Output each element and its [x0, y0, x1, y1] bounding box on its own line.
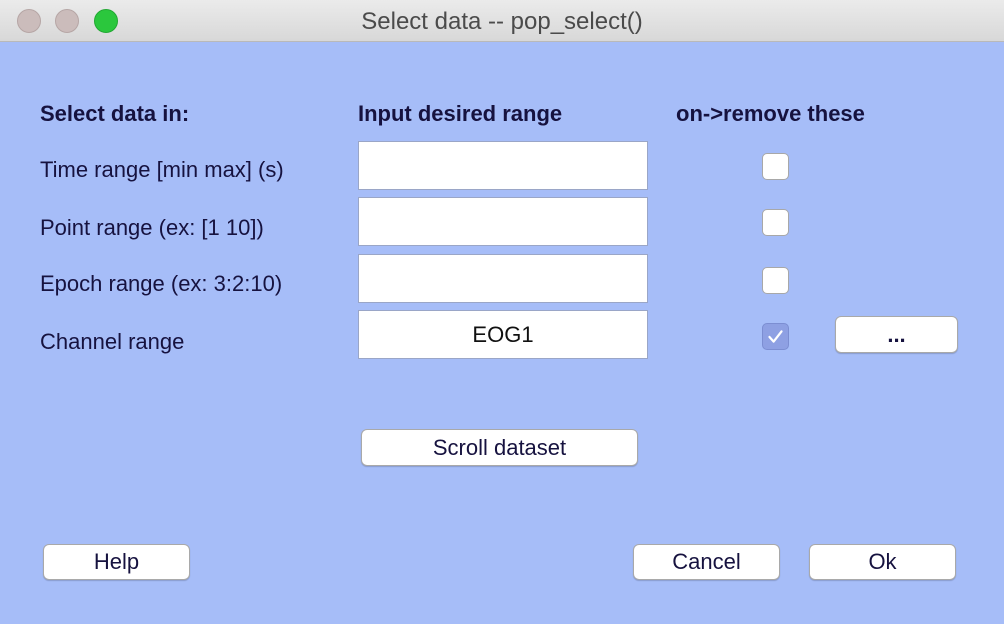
- scroll-dataset-button[interactable]: Scroll dataset: [361, 429, 638, 466]
- checkmark-icon: [768, 330, 783, 343]
- epoch-range-label: Epoch range (ex: 3:2:10): [40, 271, 283, 296]
- window-title: Select data -- pop_select(): [361, 8, 643, 35]
- time-range-remove-checkbox[interactable]: [762, 153, 789, 180]
- header-input-desired-range: Input desired range: [358, 101, 563, 126]
- epoch-range-input[interactable]: [358, 254, 648, 303]
- header-remove-these: on->remove these: [676, 101, 865, 126]
- pop-select-window: Select data -- pop_select() Select data …: [0, 0, 1004, 624]
- epoch-range-remove-checkbox[interactable]: [762, 267, 789, 294]
- channel-range-input[interactable]: [358, 310, 648, 359]
- point-range-remove-checkbox[interactable]: [762, 209, 789, 236]
- ok-button[interactable]: Ok: [809, 544, 956, 580]
- channel-range-remove-checkbox[interactable]: [762, 323, 789, 350]
- title-bar[interactable]: Select data -- pop_select(): [0, 0, 1004, 42]
- cancel-button[interactable]: Cancel: [633, 544, 780, 580]
- help-button[interactable]: Help: [43, 544, 190, 580]
- channel-browse-button[interactable]: ...: [835, 316, 958, 353]
- time-range-label: Time range [min max] (s): [40, 157, 284, 182]
- point-range-input[interactable]: [358, 197, 648, 246]
- time-range-input[interactable]: [358, 141, 648, 190]
- channel-range-label: Channel range: [40, 329, 185, 354]
- header-select-data-in: Select data in:: [40, 101, 190, 126]
- point-range-label: Point range (ex: [1 10]): [40, 215, 264, 240]
